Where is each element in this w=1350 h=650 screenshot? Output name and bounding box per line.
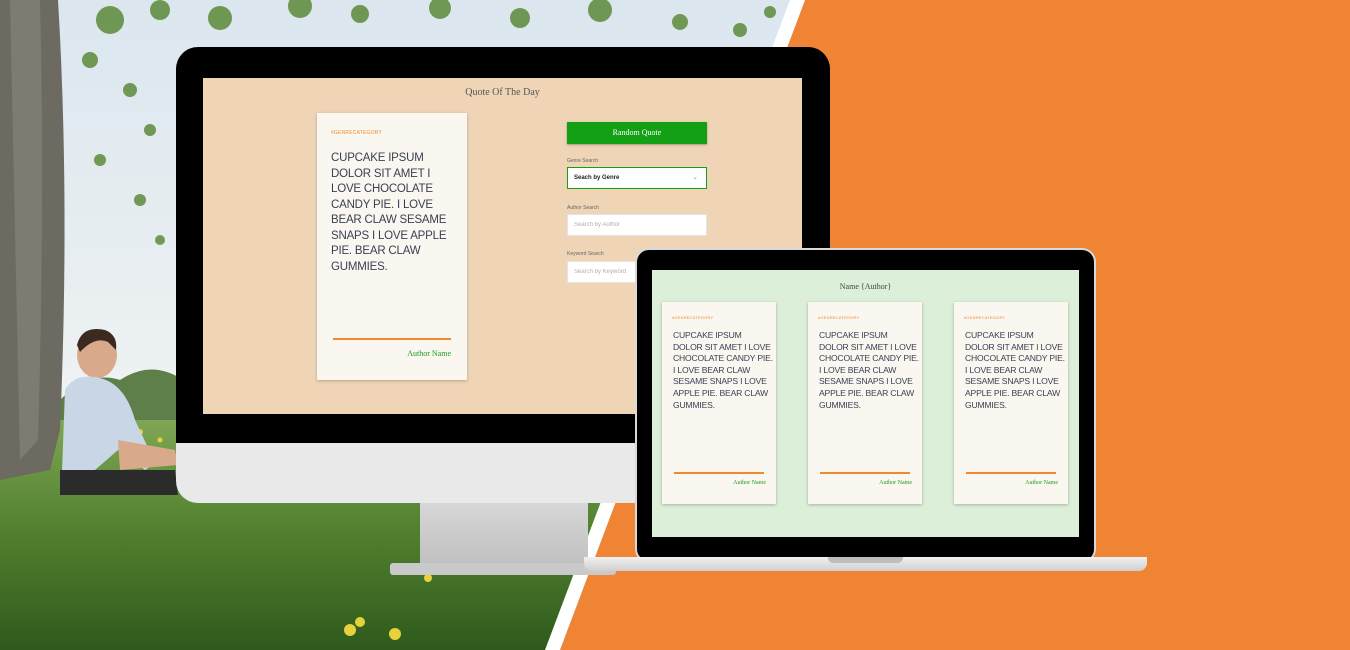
quote-text: Cupcake ipsum dolor sit amet I love choc… <box>819 330 919 410</box>
quote-author[interactable]: Author Name <box>1025 480 1058 486</box>
random-quote-button[interactable]: Random Quote <box>567 122 707 144</box>
author-page-title: Name {Author} <box>839 282 892 291</box>
laptop-notch <box>828 557 903 563</box>
quote-author[interactable]: Author Name <box>879 480 912 486</box>
quote-author[interactable]: Author Name <box>733 480 766 486</box>
quote-category[interactable]: #GENRECATEGORY <box>331 130 382 136</box>
quote-divider <box>966 472 1056 474</box>
quote-divider <box>333 338 451 340</box>
keyword-search-label: Keyword Search <box>567 251 604 257</box>
page-title: Quote Of The Day <box>465 87 540 98</box>
laptop-screen: Name {Author} #GENRECATEGORY Cupcake ips… <box>652 270 1079 537</box>
quote-card: #GENRECATEGORY Cupcake ipsum dolor sit a… <box>808 302 922 504</box>
monitor-base <box>390 563 616 575</box>
genre-search-label: Genre Search <box>567 158 599 164</box>
quote-text: Cupcake ipsum dolor sit amet I love choc… <box>965 330 1065 410</box>
quote-card: #GENRECATEGORY Cupcake ipsum dolor sit a… <box>317 113 467 380</box>
quote-category[interactable]: #GENRECATEGORY <box>672 315 713 320</box>
genre-select[interactable]: Seach by Genre ⌄ <box>567 167 707 189</box>
quote-text: Cupcake ipsum dolor sit amet I love choc… <box>331 152 447 273</box>
quote-author[interactable]: Author Name <box>407 349 451 358</box>
quote-category[interactable]: #GENRECATEGORY <box>964 315 1005 320</box>
quote-card: #GENRECATEGORY Cupcake ipsum dolor sit a… <box>662 302 776 504</box>
quote-card: #GENRECATEGORY Cupcake ipsum dolor sit a… <box>954 302 1068 504</box>
author-search-label: Author Search <box>567 205 599 211</box>
quote-divider <box>674 472 764 474</box>
chevron-down-icon: ⌄ <box>692 174 698 181</box>
author-search-input[interactable] <box>567 214 707 236</box>
quote-divider <box>820 472 910 474</box>
genre-select-value: Seach by Genre <box>574 175 620 181</box>
quote-text: Cupcake ipsum dolor sit amet I love choc… <box>673 330 773 410</box>
quote-category[interactable]: #GENRECATEGORY <box>818 315 859 320</box>
